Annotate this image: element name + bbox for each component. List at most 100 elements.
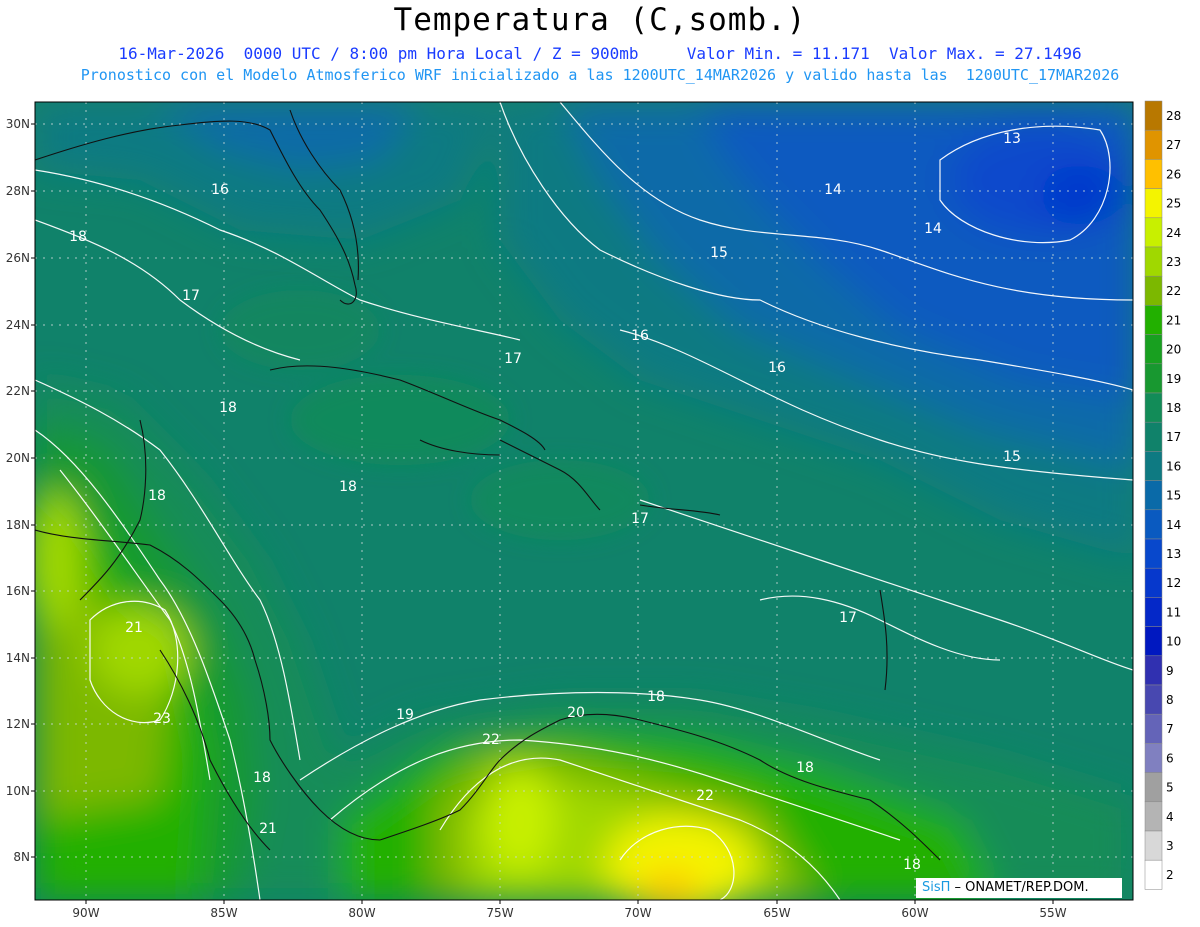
colorbar-label: 16 <box>1166 459 1181 473</box>
colorbar-swatch <box>1144 451 1163 481</box>
contour-label: 17 <box>839 610 857 626</box>
colorbar-swatch <box>1144 713 1163 744</box>
colorbar-label: 6 <box>1166 751 1174 765</box>
contour-label: 23 <box>153 711 171 727</box>
colorbar-swatch <box>1144 480 1163 511</box>
contour-label: 18 <box>219 400 237 416</box>
colorbar-label: 25 <box>1166 197 1181 211</box>
colorbar-swatch <box>1144 246 1163 277</box>
contour-label: 18 <box>796 760 814 776</box>
colorbar-swatch <box>1144 421 1163 452</box>
lon-label: 75W <box>486 906 513 920</box>
colorbar-label: 3 <box>1166 839 1174 853</box>
lat-label: 30N <box>6 117 30 131</box>
colorbar-label: 7 <box>1166 722 1174 736</box>
credit-brand: SisΠ <box>922 880 951 895</box>
colorbar-label: 24 <box>1166 226 1181 240</box>
colorbar-swatch <box>1144 188 1163 219</box>
shaded-field <box>35 102 1133 900</box>
colorbar-swatch <box>1144 655 1163 686</box>
contour-label: 18 <box>253 770 271 786</box>
colorbar-label: 23 <box>1166 255 1181 269</box>
colorbar-swatch <box>1144 567 1163 598</box>
colorbar-swatch <box>1144 129 1163 160</box>
contour-label: 18 <box>903 857 921 873</box>
colorbar-swatch <box>1144 626 1163 657</box>
lon-ticks <box>85 900 1054 904</box>
colorbar-label: 15 <box>1166 489 1181 503</box>
colorbar-swatch <box>1144 217 1163 248</box>
contour-label: 17 <box>182 288 200 304</box>
lat-label: 28N <box>6 184 30 198</box>
lat-label: 16N <box>6 584 30 598</box>
colorbar-label: 11 <box>1166 605 1181 619</box>
contour-label: 14 <box>924 221 942 237</box>
lat-label: 8N <box>13 850 30 864</box>
contour-label: 18 <box>647 689 665 705</box>
lon-label: 55W <box>1039 906 1066 920</box>
colorbar-label: 5 <box>1166 781 1174 795</box>
lat-label: 10N <box>6 784 30 798</box>
temperature-map: 13 14 14 15 15 16 16 16 17 17 17 17 18 1… <box>6 100 1181 920</box>
contour-label: 20 <box>567 705 585 721</box>
colorbar-label: 8 <box>1166 693 1174 707</box>
lat-ticks <box>31 123 35 858</box>
colorbar-label: 26 <box>1166 167 1181 181</box>
colorbar-label: 12 <box>1166 576 1181 590</box>
contour-label: 16 <box>631 328 649 344</box>
contour-label: 16 <box>211 182 229 198</box>
contour-label: 15 <box>710 245 728 261</box>
contour-label: 21 <box>259 821 277 837</box>
lon-label: 85W <box>210 906 237 920</box>
colorbar-label: 18 <box>1166 401 1181 415</box>
colorbar: 2827262524232221201918171615141312111098… <box>1144 100 1181 890</box>
colorbar-swatch <box>1144 159 1163 189</box>
lat-label: 18N <box>6 518 30 532</box>
contour-label: 18 <box>148 488 166 504</box>
lat-label: 20N <box>6 451 30 465</box>
colorbar-label: 20 <box>1166 343 1181 357</box>
lat-label: 14N <box>6 651 30 665</box>
colorbar-swatch <box>1144 597 1163 627</box>
colorbar-label: 13 <box>1166 547 1181 561</box>
contour-label: 22 <box>696 788 714 804</box>
contour-label: 17 <box>504 351 522 367</box>
lon-label: 60W <box>901 906 928 920</box>
colorbar-swatch <box>1144 305 1163 335</box>
colorbar-swatch <box>1144 363 1163 394</box>
colorbar-swatch <box>1144 743 1163 773</box>
lon-label: 65W <box>763 906 790 920</box>
lon-label: 70W <box>624 906 651 920</box>
colorbar-swatch <box>1144 392 1163 423</box>
lon-label: 80W <box>348 906 375 920</box>
colorbar-label: 22 <box>1166 284 1181 298</box>
lat-label: 26N <box>6 251 30 265</box>
contour-label: 21 <box>125 620 143 636</box>
colorbar-label: 28 <box>1166 109 1181 123</box>
colorbar-label: 17 <box>1166 430 1181 444</box>
colorbar-swatch <box>1144 859 1163 890</box>
contour-label: 13 <box>1003 131 1021 147</box>
colorbar-label: 9 <box>1166 664 1174 678</box>
lat-label: 22N <box>6 384 30 398</box>
contour-label: 22 <box>482 732 500 748</box>
contour-label: 16 <box>768 360 786 376</box>
colorbar-swatch <box>1144 538 1163 569</box>
latitude-labels: 30N 28N 26N 24N 22N 20N 18N 16N 14N 12N … <box>6 117 30 864</box>
colorbar-swatch <box>1144 509 1163 540</box>
contour-label: 19 <box>396 707 414 723</box>
lon-label: 90W <box>72 906 99 920</box>
colorbar-label: 27 <box>1166 138 1181 152</box>
colorbar-label: 21 <box>1166 313 1181 327</box>
contour-label: 17 <box>631 511 649 527</box>
credit-box: SisΠ – ONAMET/REP.DOM. <box>916 878 1122 898</box>
colorbar-label: 2 <box>1166 868 1174 882</box>
colorbar-swatch <box>1144 684 1163 715</box>
contour-label: 15 <box>1003 449 1021 465</box>
colorbar-label: 10 <box>1166 635 1181 649</box>
credit-text: – ONAMET/REP.DOM. <box>950 880 1089 895</box>
colorbar-swatch <box>1144 801 1163 832</box>
contour-label: 14 <box>824 182 842 198</box>
colorbar-swatch <box>1144 100 1163 131</box>
colorbar-swatch <box>1144 772 1163 803</box>
